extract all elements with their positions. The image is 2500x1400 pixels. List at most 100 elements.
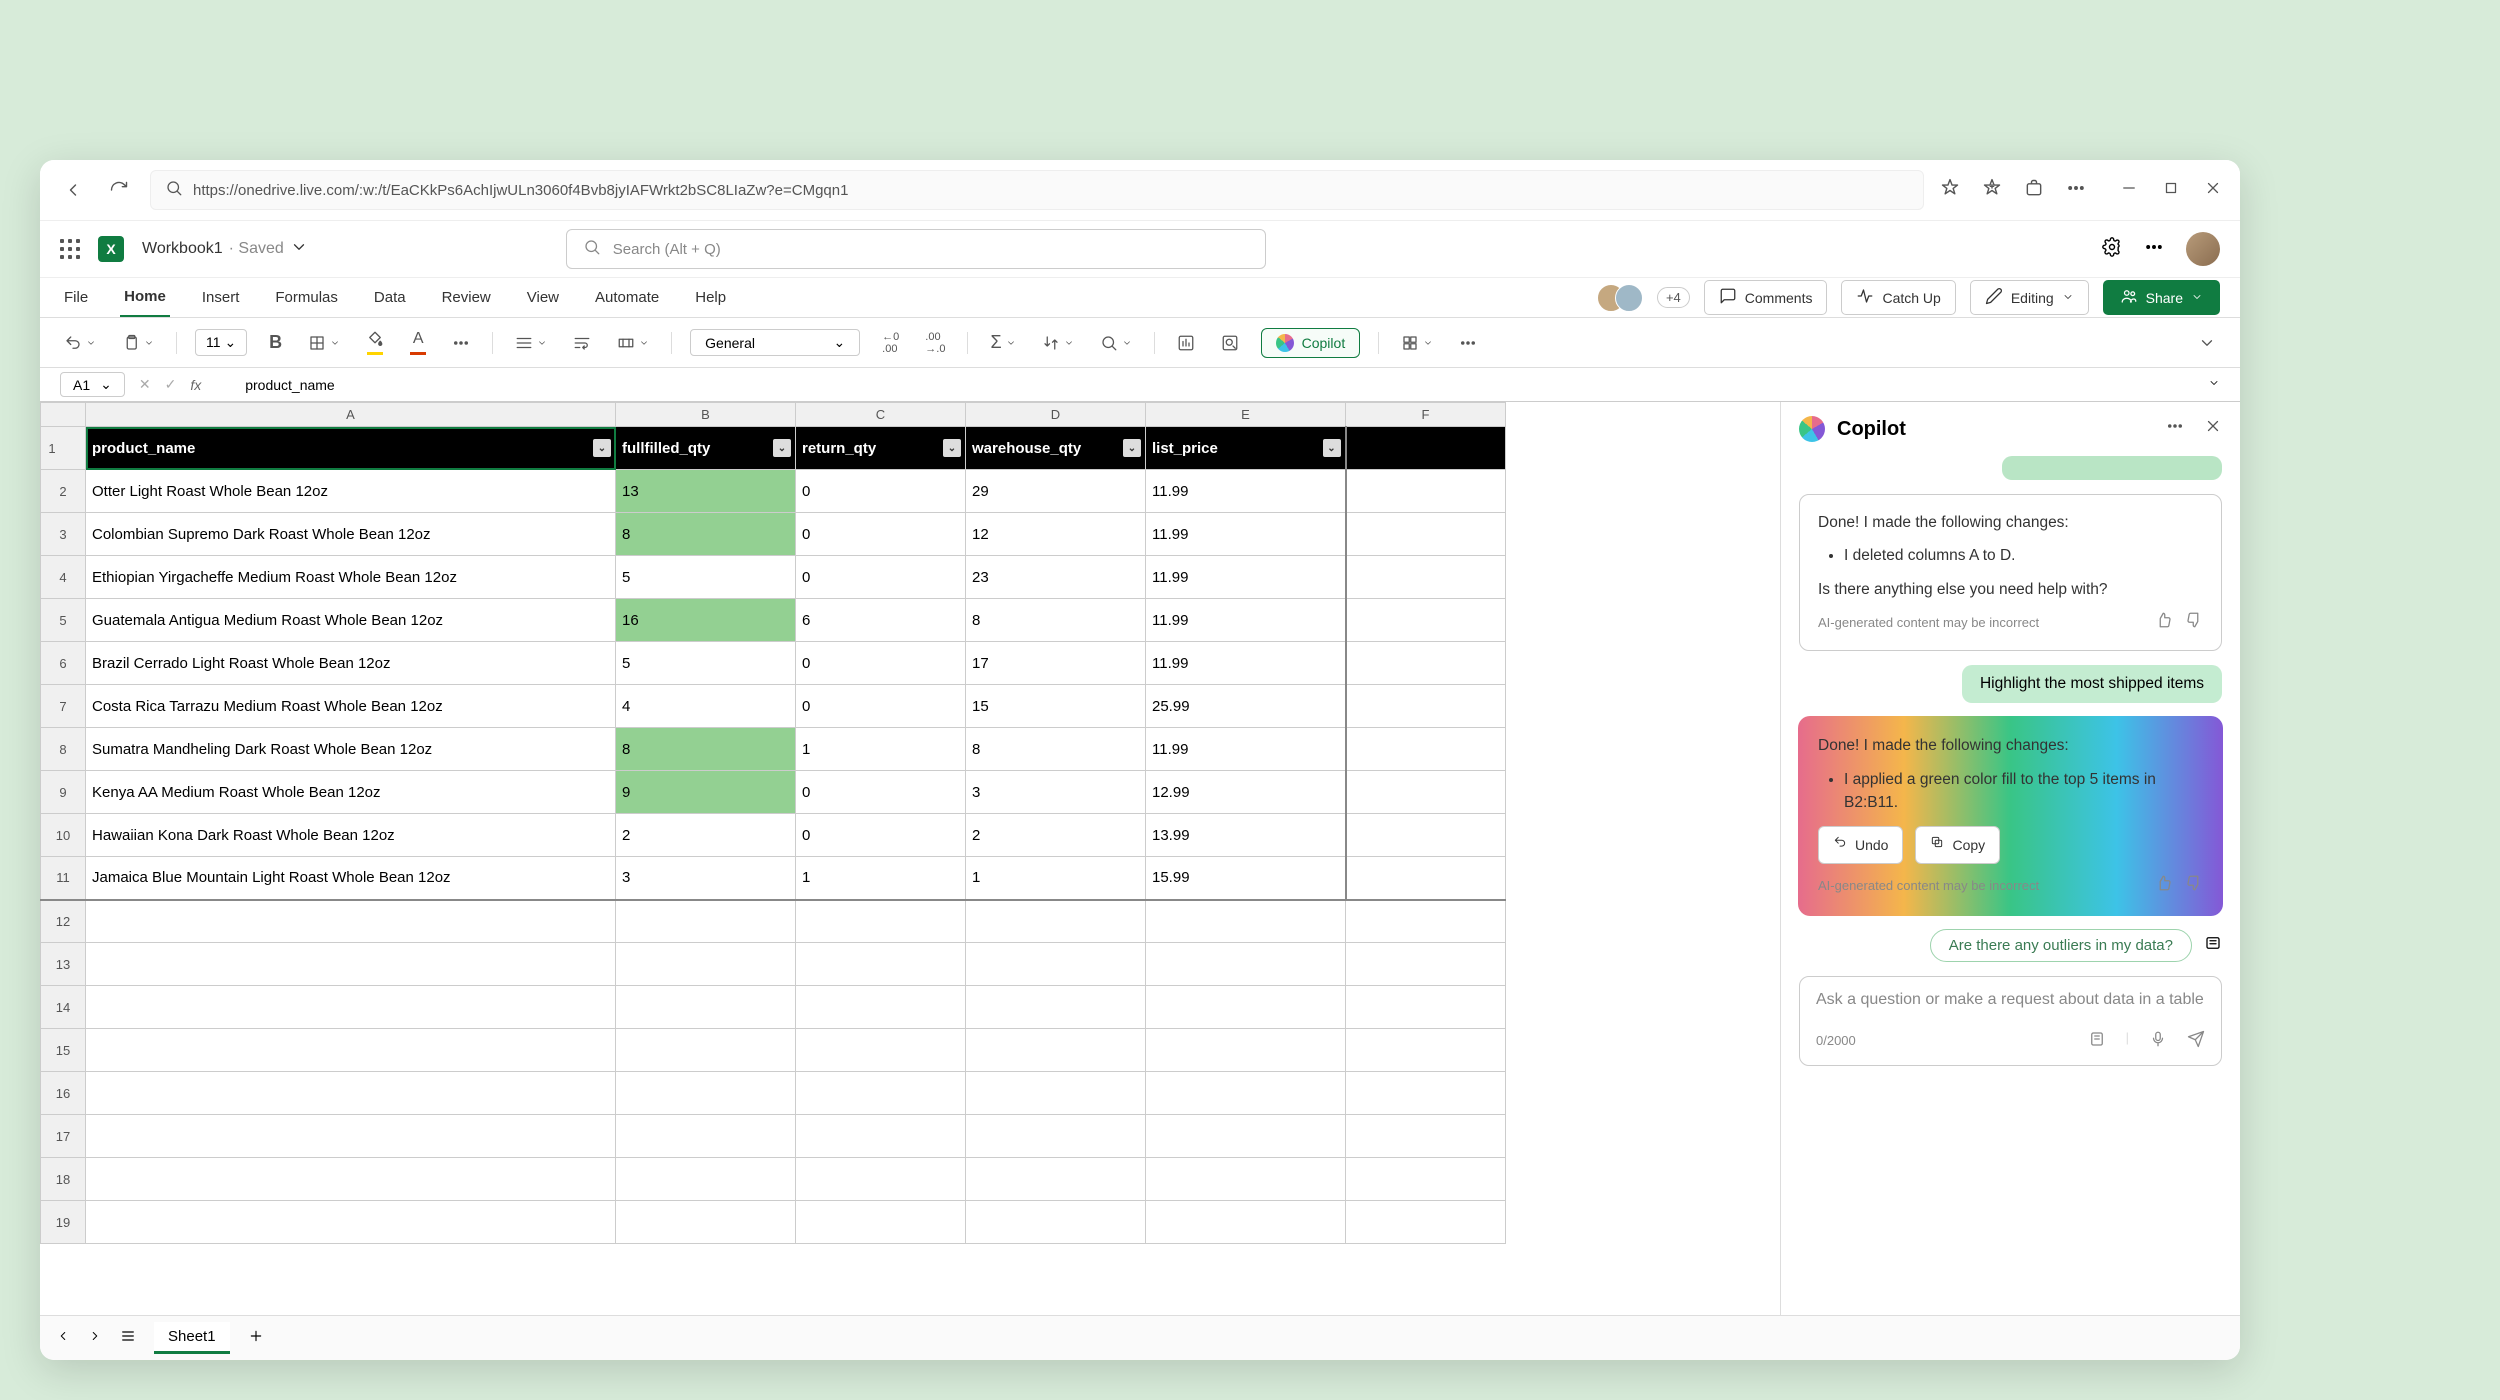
grid-cell[interactable] [1146, 1029, 1346, 1072]
more-font-options[interactable] [448, 330, 474, 356]
grid-cell[interactable] [616, 943, 796, 986]
send-icon[interactable] [2187, 1030, 2205, 1051]
grid-cell[interactable]: 9 [616, 771, 796, 814]
share-button[interactable]: Share [2103, 280, 2220, 315]
grid-cell[interactable]: 3 [966, 771, 1146, 814]
grid-cell[interactable]: 5 [616, 556, 796, 599]
grid-cell[interactable]: 8 [616, 513, 796, 556]
more-icon[interactable] [2166, 417, 2184, 441]
grid-cell[interactable]: 8 [966, 728, 1146, 771]
table-header-cell[interactable]: fullfilled_qty⌄ [616, 427, 796, 470]
grid-cell[interactable] [1146, 900, 1346, 943]
grid-cell[interactable]: 1 [796, 728, 966, 771]
grid-cell[interactable] [966, 1115, 1146, 1158]
grid-cell[interactable]: 0 [796, 556, 966, 599]
comments-button[interactable]: Comments [1704, 280, 1828, 315]
grid-cell[interactable] [1346, 943, 1506, 986]
maximize-button[interactable] [2162, 179, 2180, 202]
grid-cell[interactable]: 15 [966, 685, 1146, 728]
grid-cell[interactable] [86, 943, 616, 986]
grid-cell[interactable]: 1 [966, 857, 1146, 900]
row-header[interactable]: 15 [41, 1029, 86, 1072]
grid-cell[interactable]: 5 [616, 642, 796, 685]
grid-cell[interactable]: 13 [616, 470, 796, 513]
more-toolbar-options[interactable] [1455, 330, 1481, 356]
grid-cell[interactable] [1346, 814, 1506, 857]
prev-sheet-button[interactable] [56, 1327, 70, 1349]
grid-cell[interactable] [796, 900, 966, 943]
grid-cell[interactable] [796, 943, 966, 986]
thumbs-down-icon[interactable] [2185, 874, 2203, 898]
row-header[interactable]: 11 [41, 857, 86, 900]
grid-cell[interactable]: Sumatra Mandheling Dark Roast Whole Bean… [86, 728, 616, 771]
grid-cell[interactable] [796, 1158, 966, 1201]
align-button[interactable] [511, 330, 551, 356]
minimize-button[interactable] [2120, 179, 2138, 202]
grid-cell[interactable]: 0 [796, 642, 966, 685]
grid-cell[interactable] [796, 986, 966, 1029]
tab-review[interactable]: Review [438, 279, 495, 316]
grid-cell[interactable]: 12.99 [1146, 771, 1346, 814]
grid-cell[interactable]: Ethiopian Yirgacheffe Medium Roast Whole… [86, 556, 616, 599]
table-header-cell[interactable]: product_name⌄ [86, 427, 616, 470]
tab-data[interactable]: Data [370, 279, 410, 316]
undo-action-button[interactable]: Undo [1818, 826, 1903, 864]
copilot-button[interactable]: Copilot [1261, 328, 1361, 358]
analyze-data-button[interactable] [1173, 330, 1199, 356]
grid-cell[interactable]: 11.99 [1146, 728, 1346, 771]
table-header-cell[interactable]: return_qty⌄ [796, 427, 966, 470]
grid-cell[interactable] [796, 1201, 966, 1244]
all-sheets-button[interactable] [120, 1327, 136, 1349]
grid-cell[interactable] [1346, 642, 1506, 685]
grid-cell[interactable] [1346, 1158, 1506, 1201]
row-header[interactable]: 9 [41, 771, 86, 814]
grid-cell[interactable]: 11.99 [1146, 599, 1346, 642]
grid-cell[interactable] [86, 1029, 616, 1072]
user-avatar[interactable] [2186, 232, 2220, 266]
add-sheet-button[interactable] [248, 1327, 264, 1349]
row-header[interactable]: 8 [41, 728, 86, 771]
row-header[interactable]: 16 [41, 1072, 86, 1115]
grid-cell[interactable]: 8 [616, 728, 796, 771]
formula-input[interactable]: product_name [245, 377, 335, 393]
tab-help[interactable]: Help [691, 279, 730, 316]
grid-cell[interactable]: 16 [616, 599, 796, 642]
row-header[interactable]: 5 [41, 599, 86, 642]
font-size-select[interactable]: 11 ⌄ [195, 329, 247, 356]
grid-cell[interactable]: 0 [796, 814, 966, 857]
row-header[interactable]: 13 [41, 943, 86, 986]
filter-dropdown-icon[interactable]: ⌄ [943, 439, 961, 457]
grid-cell[interactable] [86, 1158, 616, 1201]
row-header[interactable]: 1 [41, 427, 86, 470]
grid-cell[interactable]: 6 [796, 599, 966, 642]
fill-color-button[interactable] [362, 326, 388, 359]
grid-cell[interactable]: 0 [796, 771, 966, 814]
borders-button[interactable] [304, 330, 344, 356]
grid-cell[interactable]: 17 [966, 642, 1146, 685]
row-header[interactable]: 7 [41, 685, 86, 728]
grid-cell[interactable]: 11.99 [1146, 556, 1346, 599]
tab-automate[interactable]: Automate [591, 279, 663, 316]
grid-cell[interactable]: 3 [616, 857, 796, 900]
attach-data-icon[interactable] [2088, 1030, 2106, 1051]
table-header-cell[interactable]: warehouse_qty⌄ [966, 427, 1146, 470]
collaborator-avatar[interactable] [1615, 284, 1643, 312]
grid-cell[interactable]: 12 [966, 513, 1146, 556]
search-input[interactable]: Search (Alt + Q) [566, 229, 1266, 269]
tab-insert[interactable]: Insert [198, 279, 244, 316]
undo-button[interactable] [60, 330, 100, 356]
grid-cell[interactable] [966, 1201, 1146, 1244]
more-icon[interactable] [2066, 178, 2086, 203]
autosum-button[interactable]: Σ [986, 328, 1019, 357]
document-title[interactable]: Workbook1 · Saved [142, 238, 308, 261]
collapse-ribbon-button[interactable] [2194, 330, 2220, 356]
filter-dropdown-icon[interactable]: ⌄ [773, 439, 791, 457]
grid-cell[interactable] [1346, 1115, 1506, 1158]
fx-icon[interactable]: fx [190, 377, 201, 393]
filter-dropdown-icon[interactable]: ⌄ [1323, 439, 1341, 457]
grid-cell[interactable] [1346, 1201, 1506, 1244]
favorite-icon[interactable] [1940, 178, 1960, 203]
tab-home[interactable]: Home [120, 278, 170, 317]
row-header[interactable]: 2 [41, 470, 86, 513]
grid-cell[interactable] [1346, 513, 1506, 556]
